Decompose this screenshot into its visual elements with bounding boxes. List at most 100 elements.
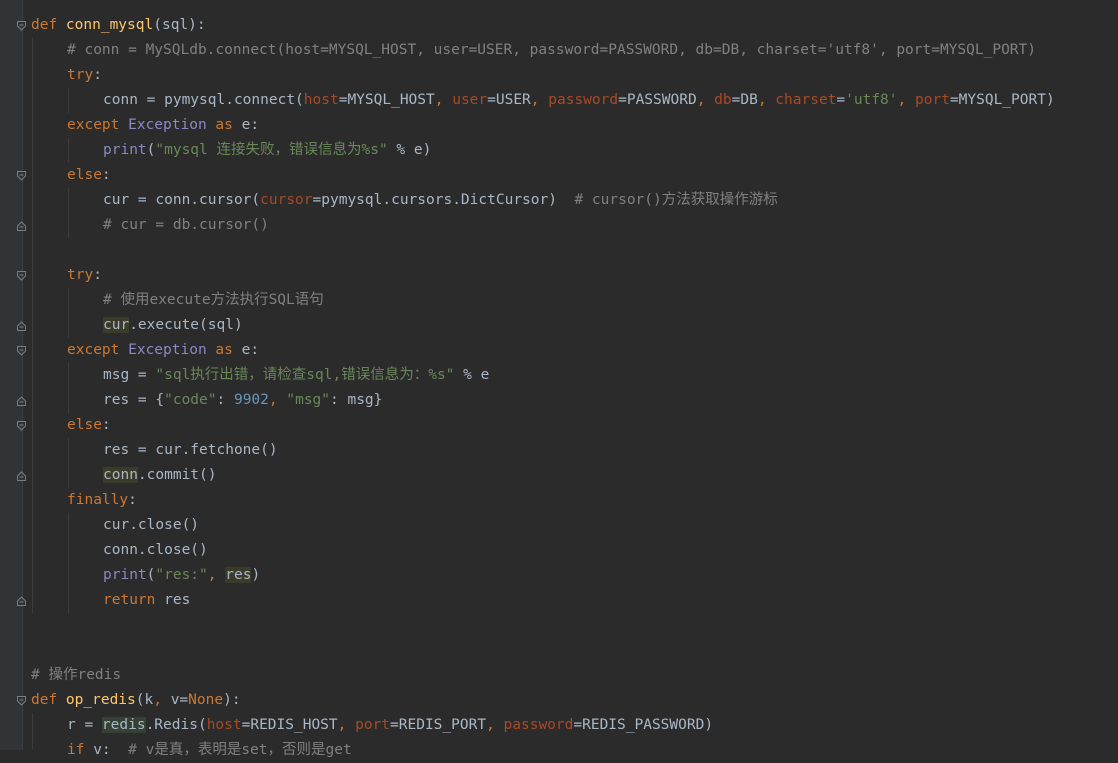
token: res — [155, 592, 191, 608]
token: =pymysql.cursors.DictCursor) — [312, 192, 575, 208]
code-line: conn.close() — [103, 538, 208, 563]
fold-open-icon[interactable] — [16, 345, 27, 356]
highlighted-token: cur — [103, 317, 130, 333]
token: =REDIS_HOST — [241, 717, 338, 733]
code-line: res = cur.fetchone() — [103, 438, 278, 463]
token: : — [101, 167, 111, 183]
code-line: finally: — [67, 488, 137, 513]
code-line: res = {"code": 9902, "msg": msg} — [103, 388, 382, 413]
token: : — [216, 392, 234, 408]
token: res = { — [103, 392, 165, 408]
function-name: op_redis — [65, 692, 136, 708]
fold-open-icon[interactable] — [16, 20, 27, 31]
token: =MYSQL_HOST — [338, 92, 435, 108]
token: conn = pymysql.connect( — [103, 92, 304, 108]
code-line: if v: # v是真，表明是set，否则是get — [67, 738, 352, 763]
token: : — [93, 267, 102, 283]
token: else — [67, 417, 102, 433]
token: : msg} — [330, 392, 383, 408]
token: , — [207, 567, 226, 583]
token: , — [153, 692, 171, 708]
token: ): — [223, 692, 241, 708]
code-line: msg = "sql执行出错，请检查sql,错误信息为：%s" % e — [103, 363, 489, 388]
token: cursor — [260, 192, 313, 208]
fold-close-icon[interactable] — [16, 220, 27, 231]
code-line: # 操作redis — [31, 663, 121, 688]
token: , — [337, 717, 356, 733]
token: , — [268, 392, 287, 408]
comment: # 使用execute方法执行SQL语句 — [103, 292, 324, 308]
token: host — [206, 717, 242, 733]
token: Exception — [128, 342, 207, 358]
fold-close-icon[interactable] — [16, 595, 27, 606]
editor-gutter — [0, 0, 23, 750]
token: def — [31, 17, 66, 33]
fold-open-icon[interactable] — [16, 695, 27, 706]
code-editor[interactable]: def conn_mysql(sql): # conn = MySQLdb.co… — [0, 0, 1118, 758]
comment: # conn = MySQLdb.connect(host=MYSQL_HOST… — [67, 42, 1037, 58]
token: .Redis( — [145, 717, 207, 733]
token: , — [530, 92, 549, 108]
code-line: conn = pymysql.connect(host=MYSQL_HOST, … — [103, 88, 1055, 113]
code-line: except Exception as e: — [67, 338, 259, 363]
token: % e — [454, 367, 490, 383]
token: password — [548, 92, 619, 108]
code-line: r = redis.Redis(host=REDIS_HOST, port=RE… — [67, 713, 713, 738]
comment: # 操作redis — [31, 667, 122, 683]
token: ) — [251, 567, 261, 583]
token: host — [303, 92, 339, 108]
fold-open-icon[interactable] — [16, 270, 27, 281]
token: : — [128, 492, 137, 508]
token: e: — [241, 117, 260, 133]
token: if — [67, 742, 85, 758]
indent-guide — [68, 513, 69, 613]
token: else — [67, 167, 102, 183]
code-line: try: — [67, 263, 102, 288]
token: None — [188, 692, 224, 708]
token: = — [836, 92, 846, 108]
indent-guide — [68, 88, 69, 113]
token: =PASSWORD — [618, 92, 697, 108]
fold-close-icon[interactable] — [16, 320, 27, 331]
token: password — [503, 717, 574, 733]
token: =USER — [487, 92, 531, 108]
code-line: # conn = MySQLdb.connect(host=MYSQL_HOST… — [67, 38, 1036, 63]
token: cur = conn.cursor( — [103, 192, 261, 208]
token: , — [434, 92, 453, 108]
token: % e) — [387, 142, 432, 158]
token: r = — [67, 717, 102, 733]
code-line: try: — [67, 63, 102, 88]
fold-close-icon[interactable] — [16, 470, 27, 481]
token: port — [915, 92, 950, 108]
indent-guide — [68, 288, 69, 338]
fold-open-icon[interactable] — [16, 170, 27, 181]
token: def — [31, 692, 66, 708]
indent-guide — [68, 138, 69, 163]
code-line: cur = conn.cursor(cursor=pymysql.cursors… — [103, 188, 778, 213]
token: , — [486, 717, 504, 733]
indent-guide — [32, 38, 33, 613]
token: : — [93, 67, 102, 83]
code-line: print("res:", res) — [103, 563, 260, 588]
string: "sql执行出错，请检查sql,错误信息为：%s" — [155, 367, 455, 383]
token: =REDIS_PORT — [390, 717, 487, 733]
code-line: cur.execute(sql) — [103, 313, 243, 338]
token: try — [67, 67, 94, 83]
token: charset — [775, 92, 837, 108]
token: : — [101, 417, 111, 433]
token: (k — [135, 692, 154, 708]
token: , — [696, 92, 715, 108]
code-line: print("mysql 连接失败，错误信息为%s" % e) — [103, 138, 431, 163]
token: db — [714, 92, 732, 108]
comment: # v是真，表明是set，否则是get — [128, 742, 352, 758]
code-line: def conn_mysql(sql): — [31, 13, 206, 38]
fold-close-icon[interactable] — [16, 395, 27, 406]
token: print — [103, 567, 147, 583]
token: as — [206, 117, 242, 133]
code-line: except Exception as e: — [67, 113, 259, 138]
token: try — [67, 267, 94, 283]
code-line: # 使用execute方法执行SQL语句 — [103, 288, 324, 313]
token: msg = — [103, 367, 156, 383]
fold-open-icon[interactable] — [16, 420, 27, 431]
token: , — [757, 92, 776, 108]
